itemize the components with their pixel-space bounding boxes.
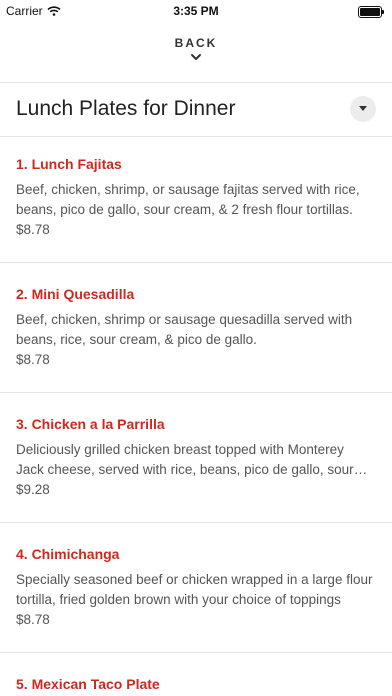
- section-header: Lunch Plates for Dinner: [0, 82, 392, 136]
- menu-item[interactable]: 4. Chimichanga Specially seasoned beef o…: [0, 526, 392, 650]
- menu-item[interactable]: 5. Mexican Taco Plate: [0, 656, 392, 696]
- divider: [0, 262, 392, 263]
- divider: [0, 522, 392, 523]
- menu-item[interactable]: 1. Lunch Fajitas Beef, chicken, shrimp, …: [0, 136, 392, 260]
- clock: 3:35 PM: [173, 4, 219, 18]
- menu-item[interactable]: 3. Chicken a la Parrilla Deliciously gri…: [0, 396, 392, 520]
- item-price: $8.78: [16, 352, 50, 367]
- battery-icon: [358, 6, 384, 18]
- status-bar: Carrier 3:35 PM: [0, 0, 392, 22]
- caret-down-icon: [359, 106, 367, 111]
- item-name: 2. Mini Quesadilla: [16, 286, 135, 302]
- divider: [0, 652, 392, 653]
- item-price: $8.78: [16, 222, 50, 237]
- item-name: 5. Mexican Taco Plate: [16, 676, 160, 692]
- item-name: 3. Chicken a la Parrilla: [16, 416, 165, 432]
- item-description: Specially seasoned beef or chicken wrapp…: [16, 572, 373, 607]
- back-button[interactable]: BACK: [0, 36, 392, 76]
- divider: [0, 392, 392, 393]
- item-description: Deliciously grilled chicken breast toppe…: [16, 442, 354, 477]
- back-label: BACK: [174, 36, 218, 50]
- item-price: $8.78: [16, 612, 50, 627]
- chevron-down-icon: [191, 54, 201, 60]
- item-name: 1. Lunch Fajitas: [16, 156, 122, 172]
- menu-item[interactable]: 2. Mini Quesadilla Beef, chicken, shrimp…: [0, 266, 392, 390]
- section-dropdown-button[interactable]: [350, 96, 376, 122]
- item-description: Beef, chicken, shrimp or sausage quesadi…: [16, 312, 353, 347]
- item-price: $9.28: [16, 482, 50, 497]
- item-name: 4. Chimichanga: [16, 546, 120, 562]
- item-description: Beef, chicken, shrimp, or sausage fajita…: [16, 182, 360, 217]
- section-title: Lunch Plates for Dinner: [16, 97, 236, 120]
